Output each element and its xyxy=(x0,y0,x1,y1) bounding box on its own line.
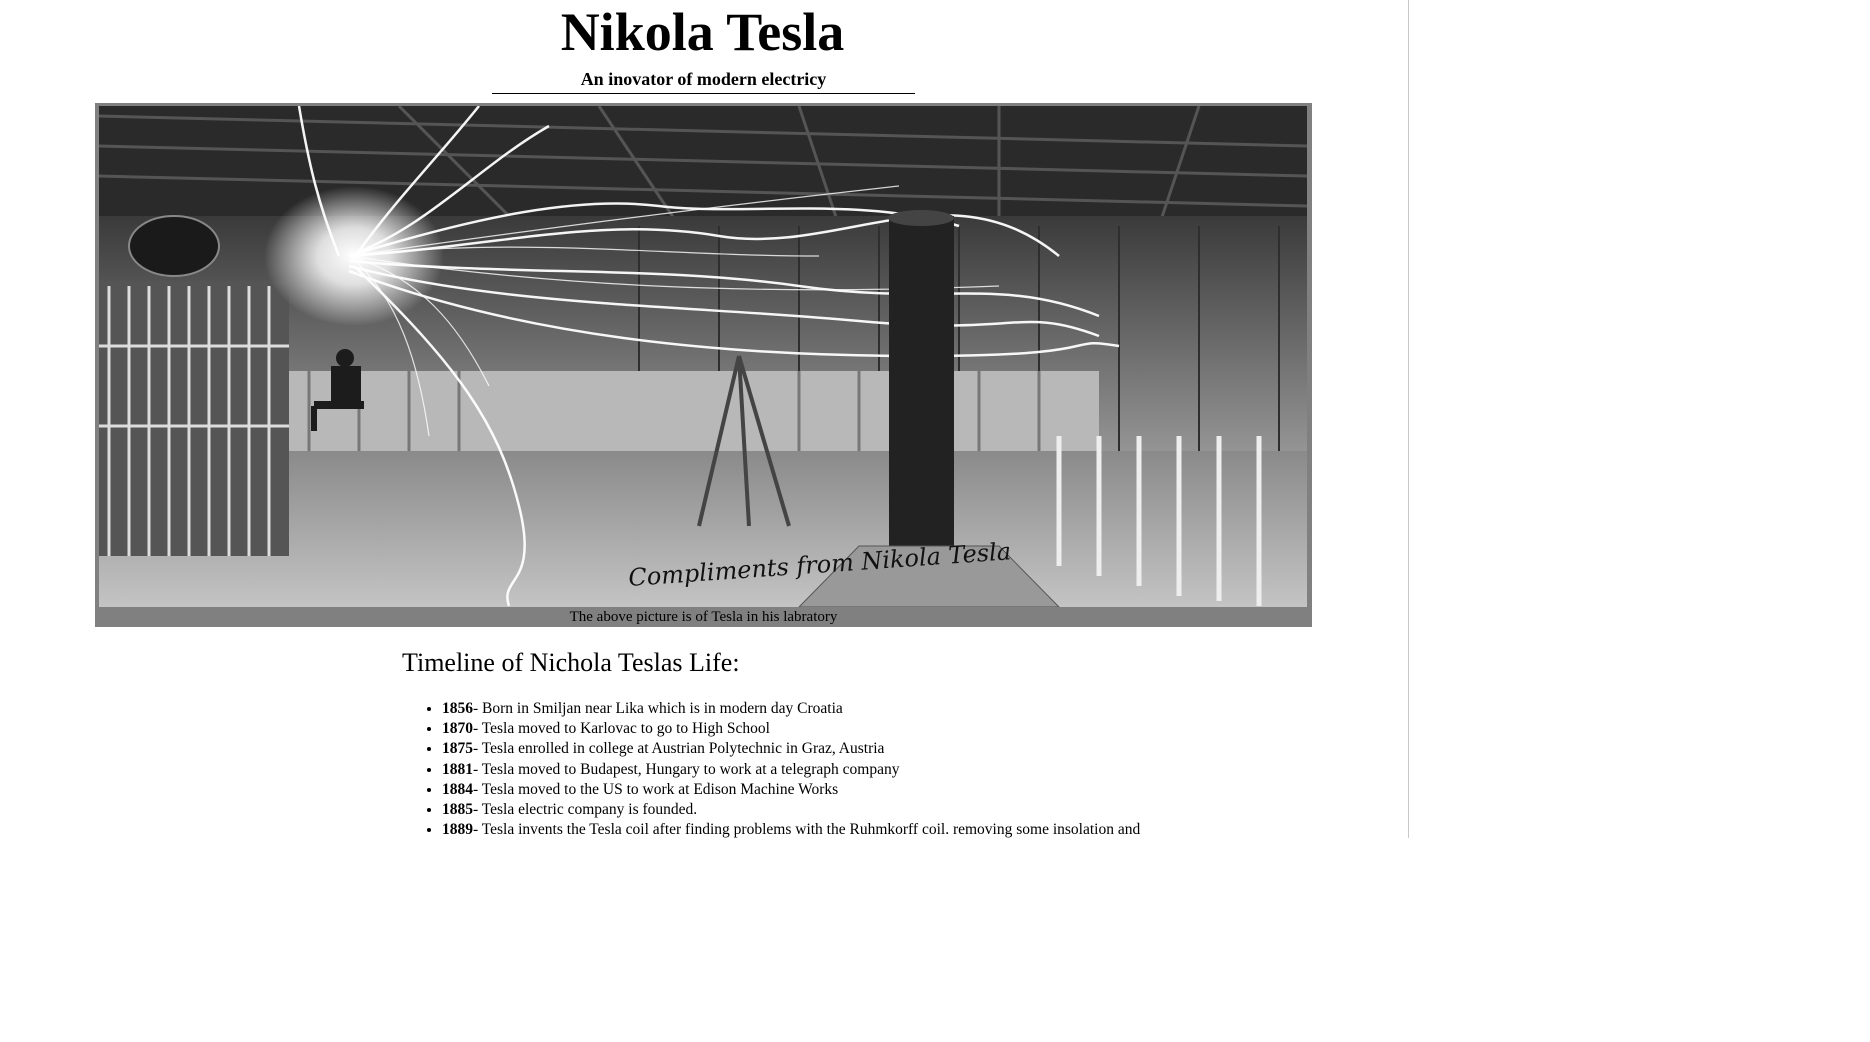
photo-caption: The above picture is of Tesla in his lab… xyxy=(569,609,838,625)
timeline-text: - Tesla electric company is founded. xyxy=(473,801,698,819)
timeline-text: - Tesla invents the Tesla coil after fin… xyxy=(473,821,1141,838)
timeline-heading: Timeline of Nichola Teslas Life: xyxy=(402,648,740,677)
list-item: 1889- Tesla invents the Tesla coil after… xyxy=(442,820,1362,838)
list-item: 1885- Tesla electric company is founded. xyxy=(442,800,1362,820)
timeline-text: - Born in Smiljan near Lika which is in … xyxy=(473,700,843,717)
page-title: Nikola Tesla xyxy=(560,2,845,62)
timeline-year: 1881 xyxy=(442,760,473,778)
timeline-text: - Tesla enrolled in college at Austrian … xyxy=(473,740,885,758)
photo-figure: Compliments from Nikola Tesla The above … xyxy=(95,103,1312,627)
timeline-text: - Tesla moved to Karlovac to go to High … xyxy=(473,720,770,738)
list-item: 1884- Tesla moved to the US to work at E… xyxy=(442,780,1362,800)
timeline-year: 1856 xyxy=(442,700,473,717)
timeline-year: 1885 xyxy=(442,801,473,819)
list-item: 1875- Tesla enrolled in college at Austr… xyxy=(442,739,1362,759)
timeline-year: 1889 xyxy=(442,821,473,838)
timeline-list: 1856- Born in Smiljan near Lika which is… xyxy=(402,699,1362,838)
timeline-text: - Tesla moved to the US to work at Ediso… xyxy=(473,780,839,798)
list-item: 1870- Tesla moved to Karlovac to go to H… xyxy=(442,719,1362,739)
timeline-year: 1884 xyxy=(442,780,473,798)
browser-viewport: Nikola Tesla An inovator of modern elect… xyxy=(0,0,1409,838)
tesla-lab-photo: Compliments from Nikola Tesla xyxy=(99,106,1307,607)
page-subtitle: An inovator of modern electricy xyxy=(492,68,915,94)
list-item: 1881- Tesla moved to Budapest, Hungary t… xyxy=(442,760,1362,780)
timeline-text: - Tesla moved to Budapest, Hungary to wo… xyxy=(473,760,900,778)
timeline-year: 1875 xyxy=(442,740,473,758)
timeline-year: 1870 xyxy=(442,720,473,738)
list-item: 1856- Born in Smiljan near Lika which is… xyxy=(442,699,1362,719)
